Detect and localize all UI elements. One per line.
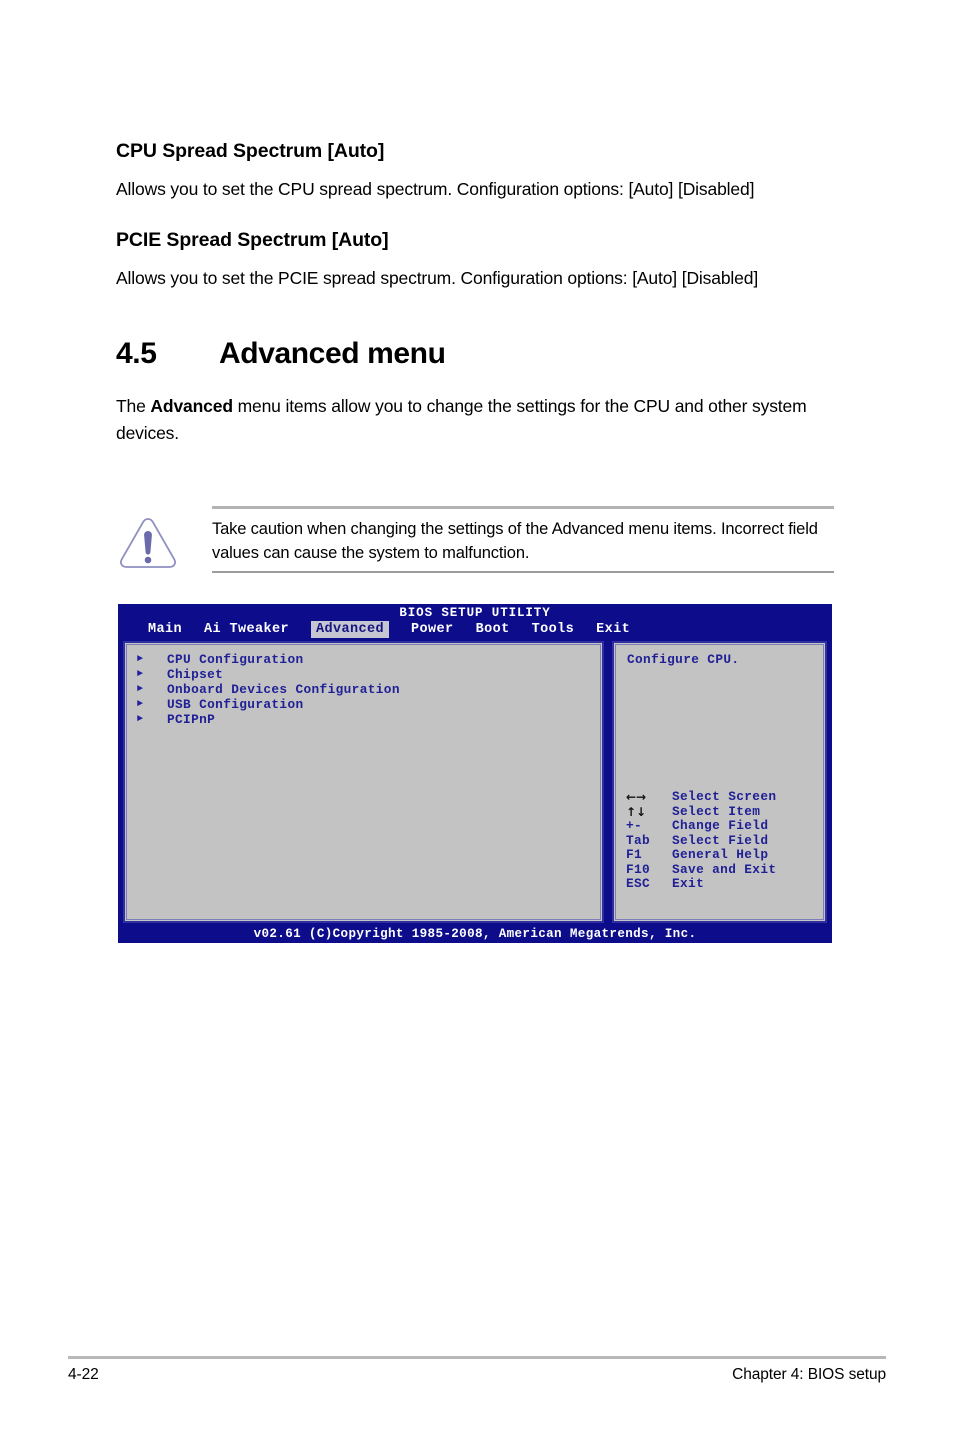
menu-item-onboard-devices-configuration[interactable]: ► Onboard Devices Configuration (137, 682, 587, 697)
page-footer-rule (68, 1356, 886, 1359)
bios-help-text: Configure CPU. (627, 652, 740, 667)
legend-label: Save and Exit (672, 861, 777, 877)
menu-item-label: USB Configuration (167, 697, 304, 712)
legend-label: General Help (672, 847, 769, 862)
caution-note: Take caution when changing the settings … (116, 506, 834, 578)
esc-key: ESC (626, 876, 651, 891)
tab-key: Tab (626, 832, 651, 848)
intro-bold-term: Advanced (150, 396, 233, 417)
tab-main[interactable]: Main (148, 621, 182, 638)
legend-label: Exit (672, 876, 705, 891)
chapter-label: Chapter 4: BIOS setup (732, 1366, 886, 1383)
warning-triangle-icon (116, 514, 180, 572)
heading-cpu-spread-spectrum: CPU Spread Spectrum [Auto] (116, 140, 385, 162)
bios-help-panel: Configure CPU. ←→ Select Screen ↑↓ Selec… (612, 641, 827, 923)
legend-label: Select Field (672, 832, 769, 848)
paragraph-pcie-spread-spectrum: Allows you to set the PCIE spread spectr… (116, 268, 759, 289)
bios-copyright-footer: v02.61 (C)Copyright 1985-2008, American … (253, 927, 697, 941)
tab-tools[interactable]: Tools (532, 621, 575, 638)
legend-row-save-and-exit: F10 Save and Exit (626, 861, 826, 878)
triangle-right-icon: ► (137, 699, 144, 710)
menu-item-cpu-configuration[interactable]: ► CPU Configuration (137, 652, 587, 667)
menu-item-label: Onboard Devices Configuration (167, 682, 400, 697)
triangle-right-icon: ► (137, 714, 144, 725)
bios-panels: ► CPU Configuration ► Chipset ► Onboard … (123, 641, 827, 923)
legend-row-select-item: ↑↓ Select Item (626, 803, 826, 820)
intro-prefix: The (116, 396, 151, 417)
menu-item-chipset[interactable]: ► Chipset (137, 667, 587, 682)
note-bottom-rule (212, 571, 834, 573)
f1-key: F1 (626, 847, 643, 862)
legend-row-general-help: F1 General Help (626, 847, 826, 863)
bios-menu-bar: Main Ai Tweaker Advanced Power Boot Tool… (118, 621, 832, 638)
document-content: CPU Spread Spectrum [Auto] Allows you to… (116, 140, 834, 446)
tab-boot[interactable]: Boot (476, 621, 510, 638)
plus-minus-key: +- (626, 818, 643, 833)
menu-item-label: PCIPnP (167, 712, 216, 727)
legend-label: Select Screen (672, 789, 777, 804)
section-title: Advanced menu (219, 337, 446, 371)
heading-pcie-spread-spectrum: PCIE Spread Spectrum [Auto] (116, 228, 389, 251)
bios-title: BIOS SETUP UTILITY (399, 606, 551, 620)
bios-key-legend: ←→ Select Screen ↑↓ Select Item +- Chang… (626, 789, 826, 892)
legend-row-exit: ESC Exit (626, 876, 826, 892)
triangle-right-icon: ► (137, 669, 144, 680)
section-heading-advanced-menu: 4.5 Advanced menu (116, 337, 834, 371)
page-number: 4-22 (68, 1366, 99, 1383)
legend-label: Select Item (672, 803, 761, 819)
section-number: 4.5 (116, 337, 157, 371)
tab-exit[interactable]: Exit (596, 621, 630, 638)
page-footer: 4-22 Chapter 4: BIOS setup (68, 1366, 886, 1384)
tab-ai-tweaker[interactable]: Ai Tweaker (204, 621, 289, 638)
menu-item-pcipnp[interactable]: ► PCIPnP (137, 712, 587, 727)
section-intro-paragraph: The Advanced menu items allow you to cha… (116, 393, 834, 446)
left-right-arrows-icon: ←→ (626, 790, 647, 804)
legend-row-change-field: +- Change Field (626, 818, 826, 834)
bios-main-panel: ► CPU Configuration ► Chipset ► Onboard … (123, 641, 604, 923)
tab-advanced[interactable]: Advanced (311, 621, 390, 638)
triangle-right-icon: ► (137, 684, 144, 695)
manual-page: CPU Spread Spectrum [Auto] Allows you to… (0, 0, 954, 1438)
bios-setup-screen: BIOS SETUP UTILITY Main Ai Tweaker Advan… (118, 604, 832, 943)
note-top-rule (212, 506, 834, 509)
f10-key: F10 (626, 861, 651, 877)
tab-power[interactable]: Power (411, 621, 454, 638)
legend-row-select-field: Tab Select Field (626, 832, 826, 849)
menu-item-usb-configuration[interactable]: ► USB Configuration (137, 697, 587, 712)
menu-item-label: Chipset (167, 667, 224, 682)
note-text: Take caution when changing the settings … (212, 520, 818, 563)
triangle-right-icon: ► (137, 654, 144, 665)
up-down-arrows-icon: ↑↓ (626, 804, 647, 819)
paragraph-cpu-spread-spectrum: Allows you to set the CPU spread spectru… (116, 179, 755, 200)
bios-menu-list: ► CPU Configuration ► Chipset ► Onboard … (137, 652, 587, 727)
menu-item-label: CPU Configuration (167, 652, 304, 667)
legend-row-select-screen: ←→ Select Screen (626, 789, 826, 805)
legend-label: Change Field (672, 818, 769, 833)
